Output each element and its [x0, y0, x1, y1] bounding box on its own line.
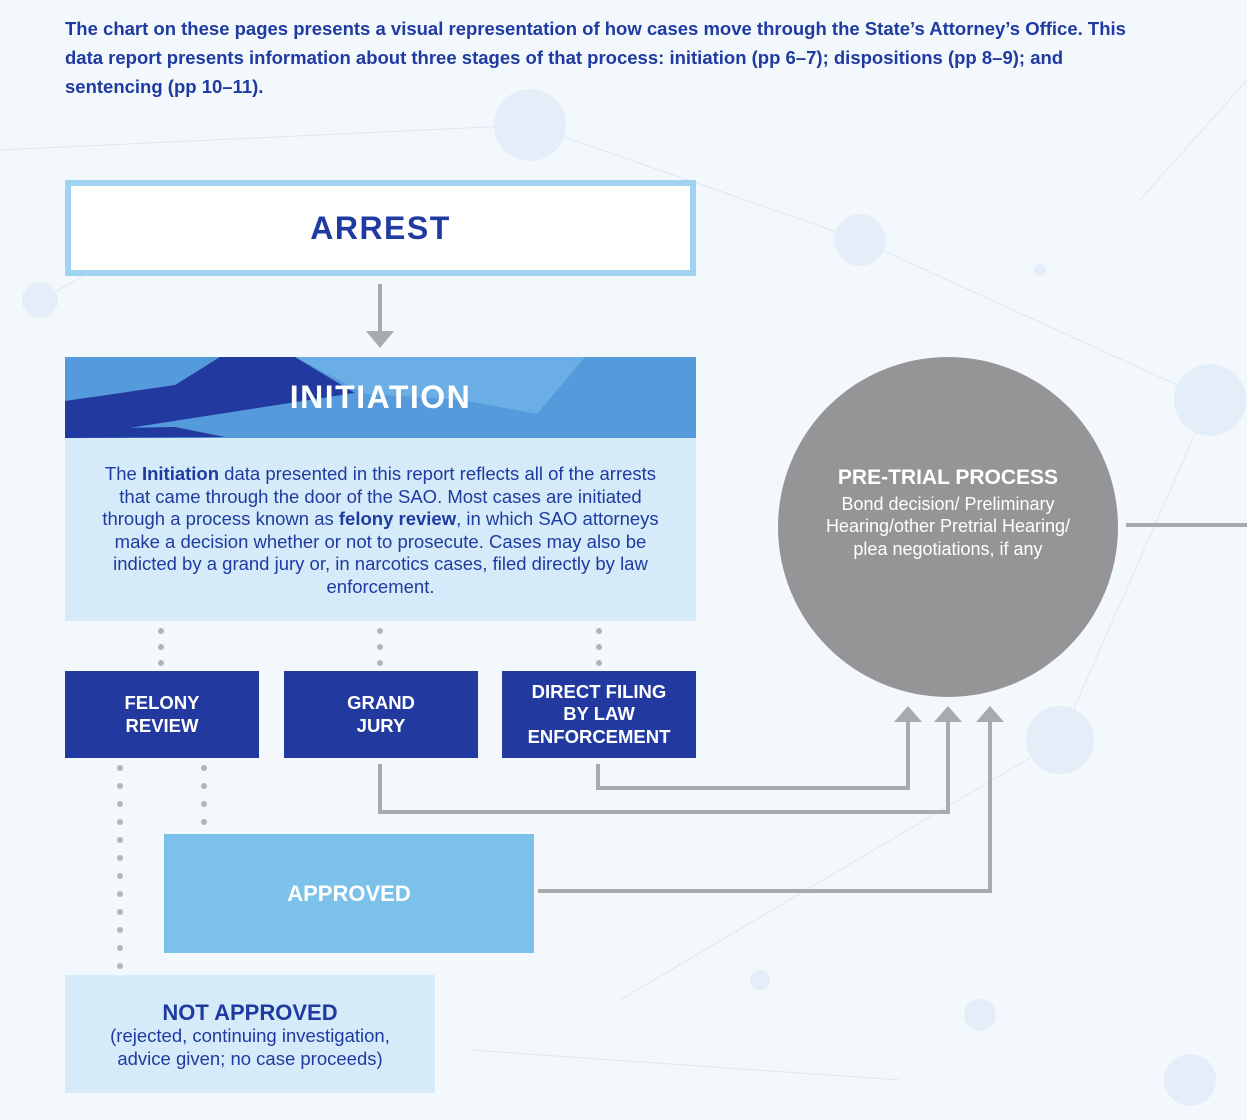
arrest-to-initiation-arrow	[366, 284, 394, 348]
flow-connectors	[378, 523, 1247, 893]
dotted-connectors	[117, 628, 602, 969]
connectors-layer	[117, 284, 1247, 969]
arrow-heads	[894, 706, 1004, 722]
